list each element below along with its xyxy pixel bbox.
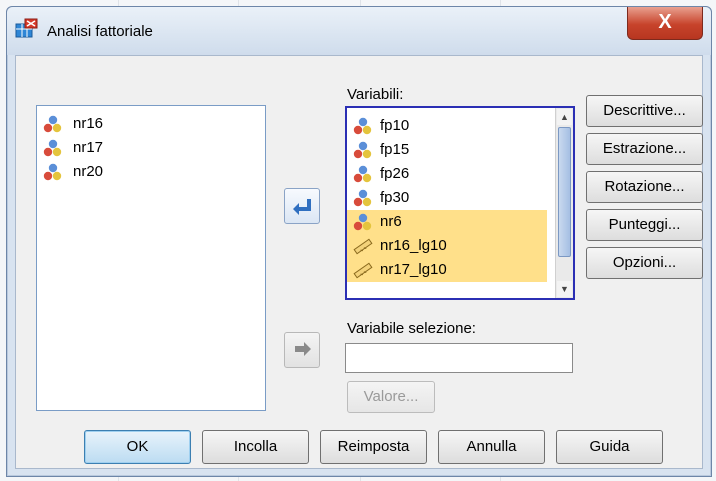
list-item[interactable]: nr17_lg10 (347, 258, 547, 282)
extraction-button[interactable]: Estrazione... (586, 133, 703, 165)
list-item-label: nr6 (380, 213, 402, 230)
list-item[interactable]: fp15 (347, 138, 547, 162)
list-item-label: nr17 (73, 139, 104, 156)
list-item-label: nr16 (73, 115, 104, 132)
list-item[interactable]: fp10 (347, 114, 547, 138)
descriptives-button[interactable]: Descrittive... (586, 95, 703, 127)
reset-button[interactable]: Reimposta (320, 430, 427, 464)
nominal-variable-icon (353, 165, 372, 183)
nominal-variable-icon (43, 115, 62, 133)
list-item[interactable]: nr6 (347, 210, 547, 234)
scores-button[interactable]: Punteggi... (586, 209, 703, 241)
arrow-right-icon (295, 342, 311, 356)
nominal-variable-icon (353, 141, 372, 159)
scrollbar-thumb[interactable] (558, 127, 571, 257)
list-item[interactable]: fp30 (347, 186, 547, 210)
list-item-label: fp10 (380, 117, 410, 134)
scroll-up-icon[interactable]: ▲ (557, 109, 572, 125)
nominal-variable-icon (43, 139, 62, 157)
nominal-variable-icon (353, 213, 372, 231)
variables-label: Variabili: (347, 86, 404, 103)
scroll-down-icon[interactable]: ▼ (557, 281, 572, 297)
paste-button[interactable]: Incolla (202, 430, 309, 464)
close-button[interactable]: X (627, 7, 703, 40)
dialog-body: nr16 nr17 nr20 Variabili: fp10 fp15 fp26… (15, 55, 703, 469)
list-item[interactable]: nr16_lg10 (347, 234, 547, 258)
factor-analysis-dialog: Analisi fattoriale X nr16 nr17 nr20 Vari… (6, 6, 712, 477)
ok-button[interactable]: OK (84, 430, 191, 464)
window-title: Analisi fattoriale (47, 23, 153, 40)
help-button[interactable]: Guida (556, 430, 663, 464)
nominal-variable-icon (43, 163, 62, 181)
list-item-label: nr17_lg10 (380, 261, 447, 278)
scale-variable-icon (353, 262, 373, 279)
options-button[interactable]: Opzioni... (586, 247, 703, 279)
list-item-label: nr20 (73, 163, 104, 180)
variables-list[interactable]: fp10 fp15 fp26 fp30 nr6 nr16_lg10 nr17_l… (345, 106, 575, 300)
move-to-variables-button[interactable] (284, 188, 320, 224)
arrow-left-icon (293, 199, 311, 215)
list-item-label: fp30 (380, 189, 410, 206)
vertical-scrollbar[interactable]: ▲ ▼ (555, 108, 573, 298)
scale-variable-icon (353, 238, 373, 255)
nominal-variable-icon (353, 189, 372, 207)
list-item[interactable]: fp26 (347, 162, 547, 186)
cancel-button[interactable]: Annulla (438, 430, 545, 464)
nominal-variable-icon (353, 117, 372, 135)
title-bar[interactable]: Analisi fattoriale X (7, 7, 711, 55)
list-item-label: nr16_lg10 (380, 237, 447, 254)
selection-variable-field[interactable] (345, 343, 573, 373)
rotation-button[interactable]: Rotazione... (586, 171, 703, 203)
selection-variable-label: Variabile selezione: (347, 320, 476, 337)
source-variable-list[interactable]: nr16 nr17 nr20 (36, 105, 266, 411)
list-item-label: fp15 (380, 141, 410, 158)
value-button[interactable]: Valore... (347, 381, 435, 413)
factor-analysis-icon (15, 18, 38, 38)
list-item-label: fp26 (380, 165, 410, 182)
move-to-selection-button[interactable] (284, 332, 320, 368)
